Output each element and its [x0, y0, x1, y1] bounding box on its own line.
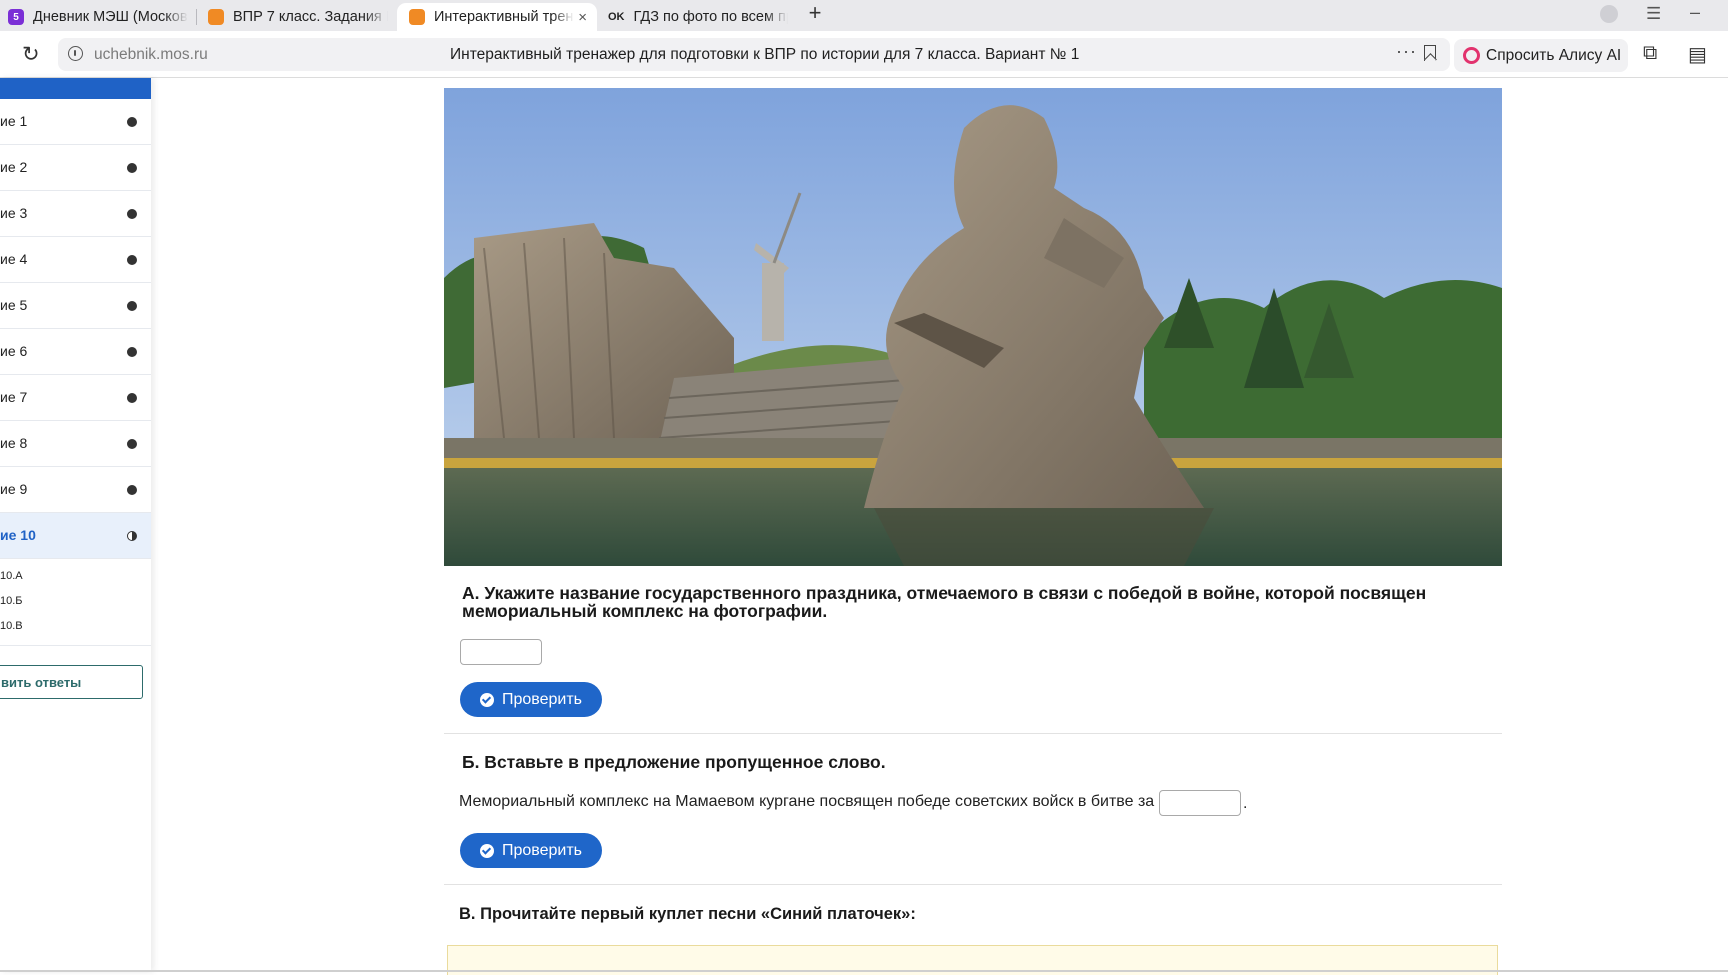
- check-button-label: Проверить: [502, 841, 583, 859]
- extensions-icon[interactable]: ⧉: [1643, 42, 1657, 65]
- question-c-title: В. Прочитайте первый куплет песни «Синий…: [459, 905, 916, 923]
- site-info-icon[interactable]: [68, 46, 83, 61]
- status-dot-icon: [127, 255, 137, 265]
- half-status-icon: [127, 531, 137, 541]
- sidebar-divider: [0, 645, 151, 646]
- sidebar-item-task-3[interactable]: ие 3: [0, 191, 151, 237]
- sidebar-subitem-10c[interactable]: 10.В: [0, 620, 23, 632]
- sentence-period: .: [1243, 795, 1248, 812]
- sidebar-item-task-8[interactable]: ие 8: [0, 421, 151, 467]
- tab-gdz-photo[interactable]: OK ГДЗ по фото по всем пре: [608, 3, 788, 31]
- tab-title: ГДЗ по фото по всем пре: [633, 9, 789, 25]
- status-dot-icon: [127, 163, 137, 173]
- task-sidebar: ие 1 ие 2 ие 3 ие 4 ие 5 ие 6 ие 7 ие 8 …: [0, 78, 151, 972]
- alice-label: Спросить Алису AI: [1486, 46, 1622, 64]
- sidebar-item-label: ие 7: [0, 389, 28, 405]
- bookmark-icon: [208, 9, 224, 25]
- question-divider: [444, 884, 1502, 885]
- status-dot-icon: [127, 347, 137, 357]
- sidebar-panel-icon[interactable]: ▤: [1688, 42, 1707, 67]
- sidebar-item-task-2[interactable]: ие 2: [0, 145, 151, 191]
- bookmark-page-icon[interactable]: [1424, 45, 1436, 61]
- omnibox[interactable]: uchebnik.mos.ru Интерактивный тренажер д…: [58, 38, 1450, 71]
- sidebar-subitem-10b[interactable]: 10.Б: [0, 595, 23, 607]
- sidebar-item-label: ие 1: [0, 113, 28, 129]
- send-answers-button[interactable]: вить ответы: [0, 665, 143, 699]
- check-circle-icon: [480, 843, 494, 858]
- sidebar-item-label: ие 4: [0, 251, 28, 267]
- answer-b-input[interactable]: [1159, 790, 1241, 816]
- bookmark-icon: [409, 9, 425, 25]
- sidebar-item-task-1[interactable]: ие 1: [0, 99, 151, 145]
- sidebar-item-label: ие 3: [0, 205, 28, 221]
- sidebar-subitem-10a[interactable]: 10.А: [0, 570, 23, 582]
- check-circle-icon: [480, 692, 494, 707]
- minimize-icon[interactable]: –: [1690, 2, 1700, 23]
- tab-interactive-trainer[interactable]: Интерактивный трена ×: [397, 3, 597, 31]
- question-a-line-1: А. Укажите название государственного пра…: [462, 583, 1427, 603]
- sidebar-header: [0, 78, 151, 99]
- check-b-button[interactable]: Проверить: [460, 833, 602, 868]
- question-b-sentence: Мемориальный комплекс на Мамаевом курган…: [459, 793, 1154, 811]
- sidebar-item-task-4[interactable]: ие 4: [0, 237, 151, 283]
- sidebar-item-label: ие 6: [0, 343, 28, 359]
- check-a-button[interactable]: Проверить: [460, 682, 602, 717]
- answer-a-input[interactable]: [460, 639, 542, 665]
- status-dot-icon: [127, 393, 137, 403]
- tab-title: ВПР 7 класс. Задания №8: [233, 9, 388, 25]
- tab-vpr-tasks[interactable]: ВПР 7 класс. Задания №8: [208, 3, 388, 31]
- mesh-icon: 5: [8, 9, 24, 25]
- question-b-sentence-text: Мемориальный комплекс на Мамаевом курган…: [459, 793, 1155, 810]
- new-tab-button[interactable]: +: [804, 2, 826, 25]
- status-dot-icon: [127, 209, 137, 219]
- address-bar: ↻ uchebnik.mos.ru Интерактивный тренажер…: [0, 31, 1728, 78]
- sidebar-item-task-7[interactable]: ие 7: [0, 375, 151, 421]
- check-button-label: Проверить: [502, 690, 583, 708]
- more-icon[interactable]: ···: [1396, 41, 1417, 62]
- page-title: Интерактивный тренажер для подготовки к …: [450, 46, 1080, 63]
- sidebar-item-task-9[interactable]: ие 9: [0, 467, 151, 513]
- status-dot-icon: [127, 117, 137, 127]
- sidebar-item-label: ие 9: [0, 481, 28, 497]
- sidebar-item-label: ие 8: [0, 435, 28, 451]
- tab-mesh-diary[interactable]: 5 Дневник МЭШ (Московс: [8, 3, 188, 31]
- status-dot-icon: [127, 439, 137, 449]
- sidebar-item-task-6[interactable]: ие 6: [0, 329, 151, 375]
- ask-alice-button[interactable]: Спросить Алису AI: [1454, 39, 1628, 72]
- close-tab-icon[interactable]: ×: [578, 9, 587, 26]
- question-a-line-2: мемориальный комплекс на фотографии.: [462, 601, 828, 621]
- ok-icon: OK: [608, 11, 625, 23]
- sidebar-item-label: ие 2: [0, 159, 28, 175]
- status-dot-icon: [127, 485, 137, 495]
- url-domain: uchebnik.mos.ru: [94, 46, 208, 63]
- tab-title: Дневник МЭШ (Московс: [33, 9, 188, 25]
- alice-icon: [1463, 47, 1480, 64]
- tab-title: Интерактивный трена: [434, 9, 574, 25]
- question-divider: [444, 733, 1502, 734]
- sidebar-item-label: ие 5: [0, 297, 28, 313]
- menu-icon[interactable]: ☰: [1646, 4, 1661, 24]
- memorial-photo-illustration: [444, 88, 1502, 566]
- question-a-text: А. Укажите название государственного пра…: [462, 584, 1426, 620]
- sidebar-item-task-5[interactable]: ие 5: [0, 283, 151, 329]
- tab-strip: 5 Дневник МЭШ (Московс ВПР 7 класс. Зада…: [0, 0, 1728, 31]
- profile-icon[interactable]: [1600, 5, 1618, 23]
- question-b-title: Б. Вставьте в предложение пропущенное сл…: [462, 752, 886, 772]
- sidebar-item-label: ие 10: [0, 527, 36, 543]
- reload-icon[interactable]: ↻: [22, 42, 40, 67]
- memorial-photo: [444, 88, 1502, 566]
- tab-separator: [196, 9, 197, 25]
- sidebar-item-task-10[interactable]: ие 10: [0, 513, 151, 559]
- status-dot-icon: [127, 301, 137, 311]
